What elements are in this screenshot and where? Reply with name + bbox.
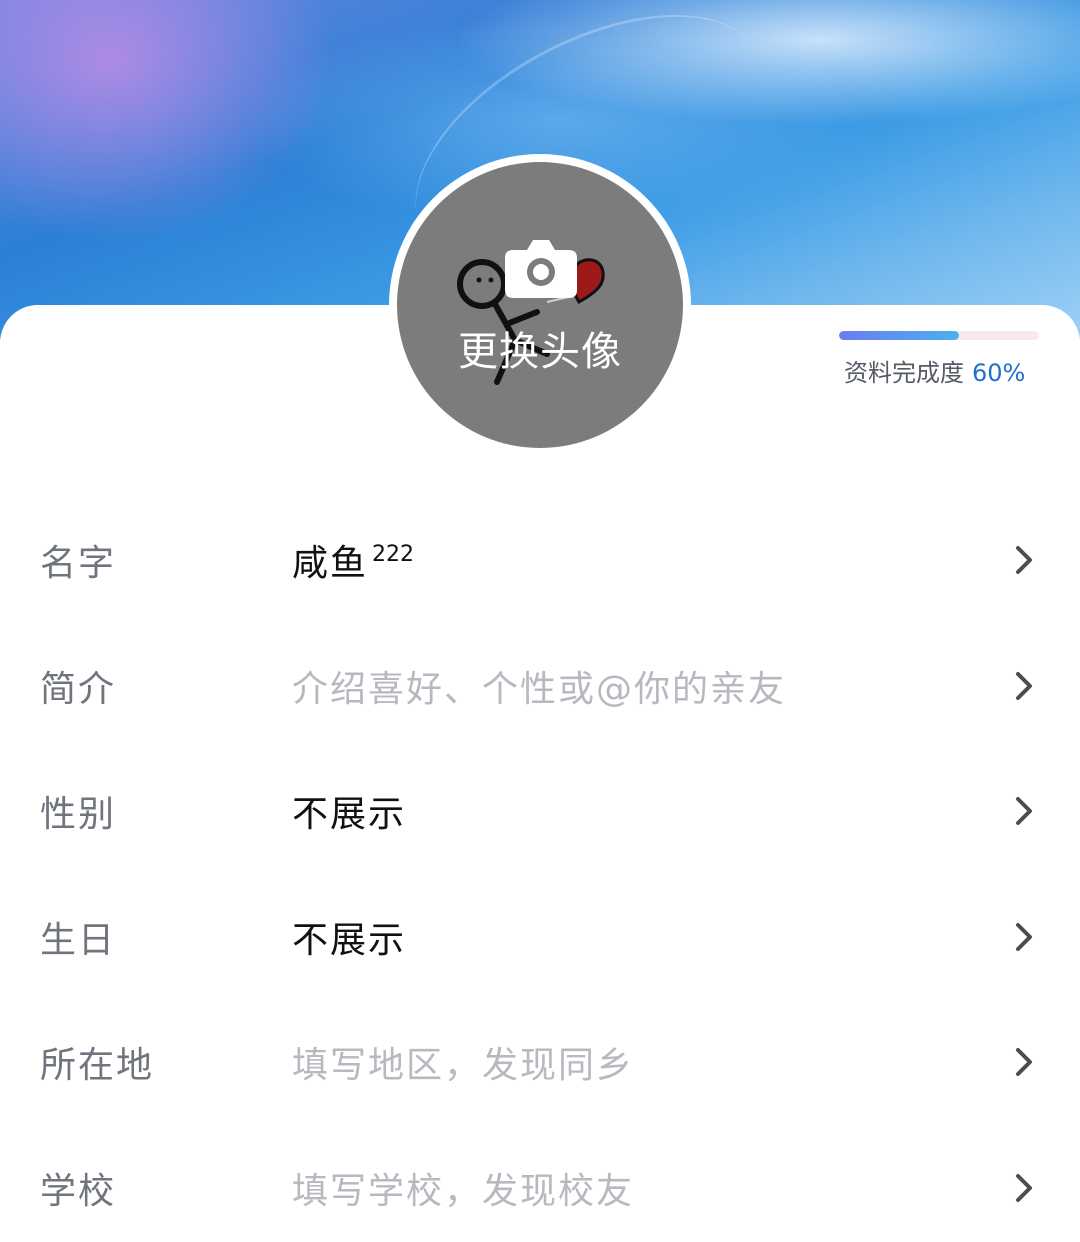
chevron-right-icon [1016,923,1032,951]
profile-completion-progress-fill [839,331,959,340]
row-value-name: 咸鱼 222 [292,534,414,586]
profile-completion-label: 资料完成度 [844,359,964,387]
row-value-location: 填写地区，发现同乡 [292,1045,635,1086]
profile-row-location[interactable]: 所在地 填写地区，发现同乡 [0,1012,1080,1112]
row-value-school: 填写学校，发现校友 [292,1171,635,1212]
chevron-right-icon [1016,797,1032,825]
chevron-right-icon [1016,1048,1032,1076]
row-label-birthday: 生日 [40,920,117,961]
row-label-name: 名字 [40,543,117,584]
chevron-right-icon [1016,546,1032,574]
profile-row-birthday[interactable]: 生日 不展示 [0,887,1080,987]
profile-row-intro[interactable]: 简介 介绍喜好、个性或@你的亲友 [0,636,1080,736]
row-label-location: 所在地 [40,1045,155,1086]
profile-completion-progress-bar [839,331,1039,340]
profile-row-name[interactable]: 名字 咸鱼 222 [0,510,1080,610]
chevron-right-icon [1016,672,1032,700]
profile-completion: 资料完成度 60% [844,356,1025,390]
change-avatar-button[interactable]: 更换头像 [397,162,683,448]
row-value-intro: 介绍喜好、个性或@你的亲友 [292,669,787,710]
row-value-birthday: 不展示 [292,920,407,961]
row-label-intro: 简介 [40,669,117,710]
camera-icon [505,240,577,298]
profile-row-gender[interactable]: 性别 不展示 [0,761,1080,861]
avatar-stick-figure-image [457,258,605,385]
chevron-right-icon [1016,1174,1032,1202]
row-label-gender: 性别 [40,794,117,835]
name-superscript: 222 [372,542,415,567]
row-value-gender: 不展示 [292,794,407,835]
row-label-school: 学校 [40,1171,117,1212]
change-avatar-label: 更换头像 [458,329,622,375]
name-text: 咸鱼 [292,543,369,584]
profile-completion-value: 60% [972,359,1026,387]
profile-row-school[interactable]: 学校 填写学校，发现校友 [0,1138,1080,1238]
